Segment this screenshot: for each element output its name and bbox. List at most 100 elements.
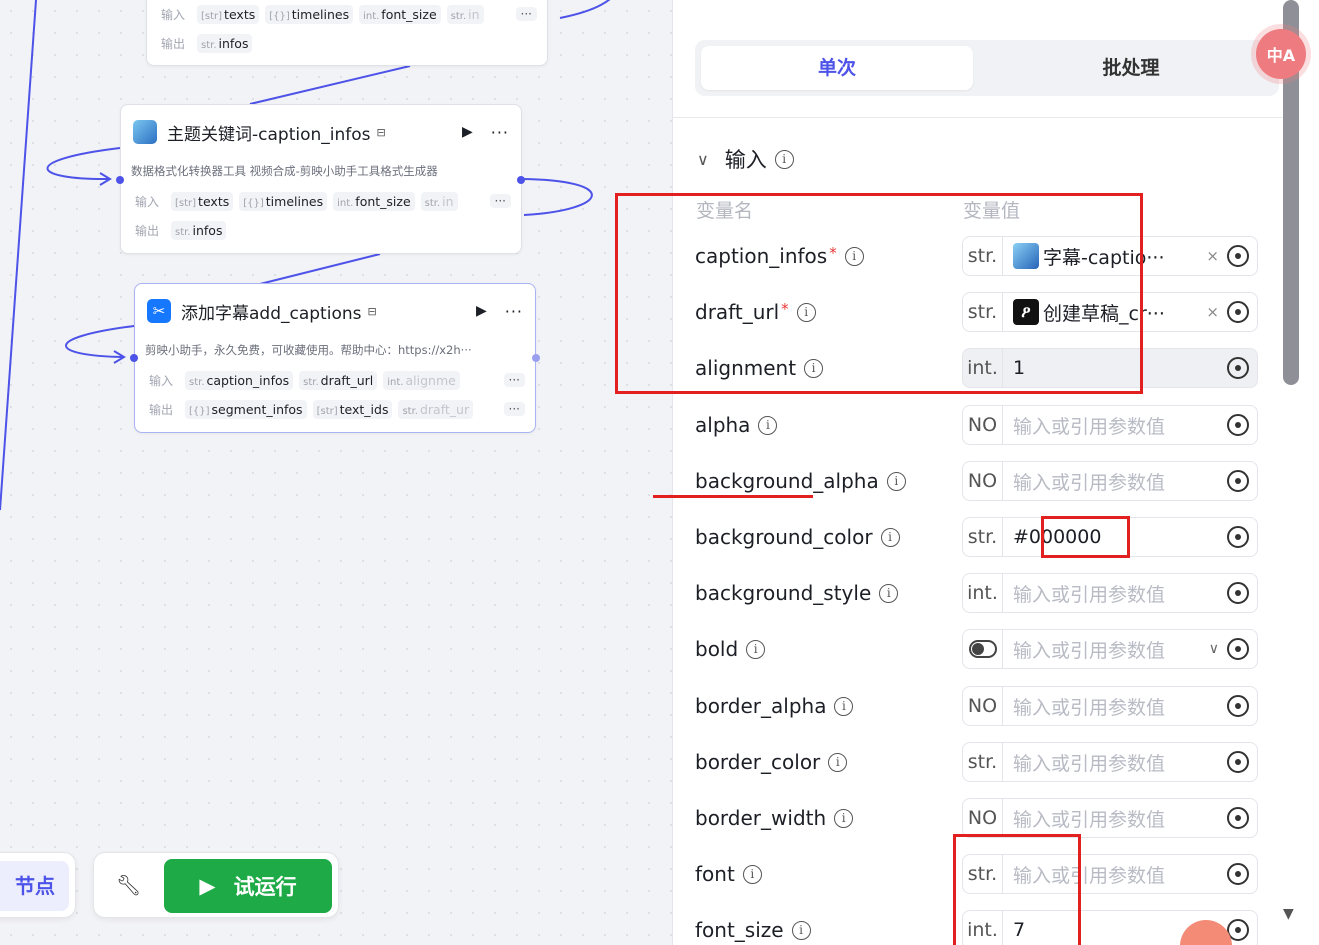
tab-single[interactable]: 单次 bbox=[701, 46, 973, 90]
input-section-header[interactable]: ∨ 输入 i bbox=[697, 144, 794, 174]
input-port[interactable] bbox=[130, 354, 138, 362]
reference-variable-icon[interactable] bbox=[1227, 582, 1249, 604]
reference-variable-icon[interactable] bbox=[1227, 245, 1249, 267]
chevron-down-icon[interactable]: ∨ bbox=[697, 150, 709, 169]
param-value-input[interactable]: NO 输入或引用参数值 bbox=[962, 798, 1258, 838]
wire-top-to-keywords bbox=[249, 65, 411, 105]
run-mode-tabs: 单次 批处理 bbox=[695, 40, 1279, 96]
type-badge: NO bbox=[963, 799, 1003, 837]
reference-variable-icon[interactable] bbox=[1227, 526, 1249, 548]
info-icon[interactable]: i bbox=[746, 639, 766, 659]
reference-variable-icon[interactable] bbox=[1227, 357, 1249, 379]
info-icon[interactable]: i bbox=[742, 864, 762, 884]
reference-variable-icon[interactable] bbox=[1227, 638, 1249, 660]
more-inputs-button[interactable]: ··· bbox=[503, 373, 525, 387]
value-placeholder[interactable]: 输入或引用参数值 bbox=[1003, 749, 1227, 776]
input-chip[interactable]: str. caption_infos bbox=[185, 370, 294, 390]
type-badge: str. bbox=[963, 518, 1003, 556]
chevron-down-icon[interactable]: ∨ bbox=[1209, 641, 1219, 657]
info-icon[interactable]: i bbox=[834, 808, 854, 828]
more-inputs-button[interactable]: ··· bbox=[489, 194, 511, 208]
reference-variable-icon[interactable] bbox=[1227, 470, 1249, 492]
wire-keywords-to-captions bbox=[259, 253, 381, 285]
info-icon[interactable]: i bbox=[879, 583, 899, 603]
input-chip[interactable]: int. font_size bbox=[359, 4, 441, 24]
input-chip[interactable]: int. alignme bbox=[383, 370, 460, 390]
input-chip[interactable]: int. font_size bbox=[333, 191, 415, 211]
value-placeholder[interactable]: 输入或引用参数值 bbox=[1003, 580, 1227, 607]
param-value-input[interactable]: str. 输入或引用参数值 bbox=[962, 742, 1258, 782]
annotation-box-required bbox=[615, 193, 1143, 394]
reference-variable-icon[interactable] bbox=[1227, 807, 1249, 829]
input-chip[interactable]: [str] texts bbox=[197, 4, 260, 24]
input-port[interactable] bbox=[116, 176, 124, 184]
value-placeholder[interactable]: 输入或引用参数值 bbox=[1003, 805, 1227, 832]
param-value-input[interactable]: NO 输入或引用参数值 bbox=[962, 686, 1258, 726]
reference-variable-icon[interactable] bbox=[1227, 414, 1249, 436]
workflow-canvas[interactable]: 输入 [str] texts [{}] timelines int. font_siz… bbox=[0, 0, 672, 945]
input-chip[interactable]: str. in bbox=[446, 4, 484, 24]
type-badge: int. bbox=[963, 574, 1003, 612]
node-keywords[interactable]: 主题关键词-caption_infos ⊟ ▶ ··· 数据格式化转换器工具 视… bbox=[116, 104, 525, 254]
output-chip[interactable]: [str] text_ids bbox=[312, 399, 393, 419]
reference-variable-icon[interactable] bbox=[1227, 301, 1249, 323]
value-placeholder[interactable]: 输入或引用参数值 bbox=[1003, 636, 1209, 663]
run-node-icon[interactable]: ▶ bbox=[476, 303, 487, 319]
output-chip[interactable]: [{}] segment_infos bbox=[185, 399, 307, 419]
tab-batch[interactable]: 批处理 bbox=[995, 46, 1267, 90]
param-value-input[interactable]: NO 输入或引用参数值 bbox=[962, 405, 1258, 445]
info-icon[interactable]: i bbox=[791, 920, 811, 940]
value-placeholder[interactable]: 输入或引用参数值 bbox=[1003, 468, 1227, 495]
add-node-toolbar: 节点 bbox=[0, 852, 76, 918]
param-value-input[interactable]: NO 输入或引用参数值 bbox=[962, 461, 1258, 501]
node-captions-outputs: 输出 [{}] segment_infos [str] text_ids str. d… bbox=[149, 398, 525, 420]
info-icon[interactable]: i bbox=[834, 696, 854, 716]
info-icon[interactable]: i bbox=[886, 471, 906, 491]
info-icon[interactable]: i bbox=[758, 415, 778, 435]
input-chip[interactable]: [{}] timelines bbox=[239, 191, 328, 211]
value-placeholder[interactable]: 输入或引用参数值 bbox=[1003, 412, 1227, 439]
node-add-captions[interactable]: ✂ 添加字幕add_captions ⊟ ▶ ··· 剪映小助手，永久免费，可收… bbox=[130, 283, 540, 433]
more-options-icon[interactable]: ··· bbox=[505, 302, 523, 321]
test-run-button[interactable]: ▶ 试运行 bbox=[164, 859, 332, 913]
param-name: alpha i bbox=[695, 413, 778, 437]
run-node-icon[interactable]: ▶ bbox=[462, 124, 473, 140]
input-chip[interactable]: str. draft_url bbox=[299, 370, 378, 390]
translate-avatar[interactable]: 中A bbox=[1256, 29, 1306, 79]
scroll-down-icon[interactable]: ▼ bbox=[1283, 906, 1294, 922]
output-port[interactable] bbox=[532, 354, 540, 362]
more-inputs-button[interactable]: ··· bbox=[515, 7, 537, 21]
more-options-icon[interactable]: ··· bbox=[491, 123, 509, 142]
param-value-input[interactable]: int. 输入或引用参数值 bbox=[962, 573, 1258, 613]
node-keywords-inputs: 输入 [str] texts [{}] timelines int. font_siz… bbox=[135, 190, 511, 212]
add-node-button[interactable]: 节点 bbox=[0, 861, 69, 911]
input-chip[interactable]: str. in bbox=[420, 191, 458, 211]
output-chip[interactable]: str. draft_ur bbox=[398, 399, 474, 419]
param-row-alpha: alpha i NO 输入或引用参数值 bbox=[673, 405, 1293, 447]
output-chip[interactable]: str. infos bbox=[171, 220, 227, 240]
param-value-input[interactable]: 输入或引用参数值 ∨ bbox=[962, 629, 1258, 669]
template-icon: ⊟ bbox=[376, 125, 386, 139]
clear-icon[interactable]: × bbox=[1206, 247, 1219, 265]
clear-icon[interactable]: × bbox=[1206, 303, 1219, 321]
param-name: background_style i bbox=[695, 581, 899, 605]
more-outputs-button[interactable]: ··· bbox=[503, 402, 525, 416]
node-captions-inputs: 输入 str. caption_infos str. draft_url int. a… bbox=[149, 369, 525, 391]
node-top-partial[interactable]: 输入 [str] texts [{}] timelines int. font_siz… bbox=[146, 0, 548, 66]
info-icon[interactable]: i bbox=[880, 527, 900, 547]
wrench-icon[interactable]: 🔧︎ bbox=[116, 873, 141, 897]
output-chip[interactable]: str. infos bbox=[197, 33, 253, 53]
info-icon[interactable]: i bbox=[828, 752, 848, 772]
node-header: ✂ 添加字幕add_captions ⊟ ▶ ··· bbox=[147, 298, 523, 324]
reference-variable-icon[interactable] bbox=[1227, 751, 1249, 773]
value-placeholder[interactable]: 输入或引用参数值 bbox=[1003, 693, 1227, 720]
section-title: 输入 bbox=[724, 148, 767, 172]
output-port[interactable] bbox=[517, 176, 525, 184]
input-chip[interactable]: [{}] timelines bbox=[265, 4, 354, 24]
reference-variable-icon[interactable] bbox=[1227, 695, 1249, 717]
reference-variable-icon[interactable] bbox=[1227, 863, 1249, 885]
annotation-box-font bbox=[953, 834, 1081, 945]
input-chip[interactable]: [str] texts bbox=[171, 191, 234, 211]
info-icon[interactable]: i bbox=[774, 149, 794, 169]
divider bbox=[673, 117, 1283, 118]
